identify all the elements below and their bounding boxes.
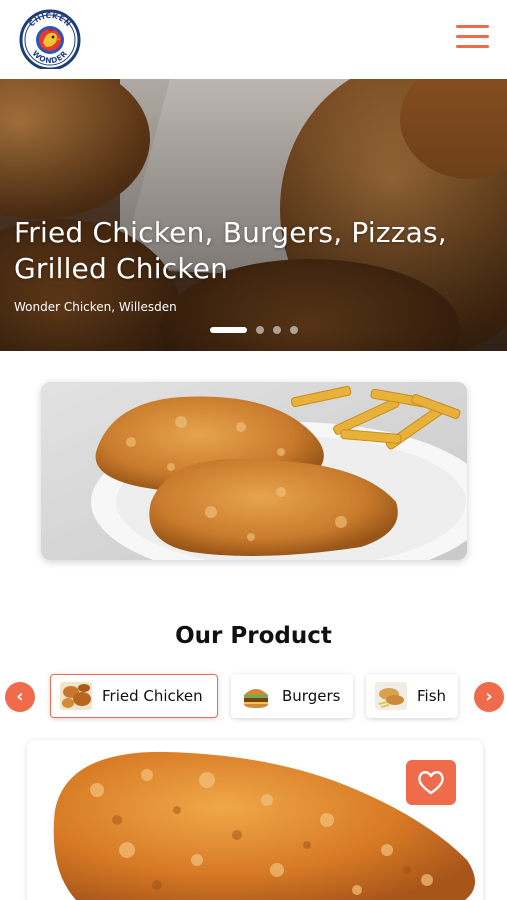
category-label: Fish <box>417 687 447 705</box>
category-label: Burgers <box>282 687 341 705</box>
category-tab-burgers[interactable]: Burgers <box>231 674 353 718</box>
section-title-our-product: Our Product <box>175 623 332 649</box>
hero-title-line-2: Grilled Chicken <box>14 252 229 285</box>
hero-title-line-1: Fried Chicken, Burgers, Pizzas, <box>14 216 447 249</box>
fried-chicken-thumbnail <box>60 682 92 710</box>
slider-dot-3[interactable] <box>273 326 281 334</box>
fish-thumbnail <box>375 682 407 710</box>
heart-icon <box>418 770 444 794</box>
hamburger-menu-icon[interactable] <box>456 23 489 51</box>
hero-subtitle: Wonder Chicken, Willesden <box>14 300 177 314</box>
hero-title: Fried Chicken, Burgers, Pizzas, Grilled … <box>14 215 504 287</box>
category-tab-fish[interactable]: Fish <box>366 674 458 718</box>
brand-logo[interactable]: CHICKEN WONDER <box>18 9 82 71</box>
favorite-button[interactable] <box>406 760 456 805</box>
chevron-right-icon[interactable]: › <box>474 682 504 712</box>
hero-slider[interactable]: Fried Chicken, Burgers, Pizzas, Grilled … <box>0 79 507 351</box>
slider-dot-4[interactable] <box>290 326 298 334</box>
burger-thumbnail <box>240 682 272 710</box>
slider-dot-2[interactable] <box>256 326 264 334</box>
category-tab-fried-chicken[interactable]: Fried Chicken <box>50 674 218 718</box>
featured-food-image[interactable] <box>41 382 467 560</box>
slider-pagination <box>210 326 298 334</box>
site-header: CHICKEN WONDER <box>0 0 507 79</box>
slider-dot-1[interactable] <box>210 327 247 333</box>
chevron-left-icon[interactable]: ‹ <box>5 682 35 712</box>
category-label: Fried Chicken <box>102 687 203 705</box>
